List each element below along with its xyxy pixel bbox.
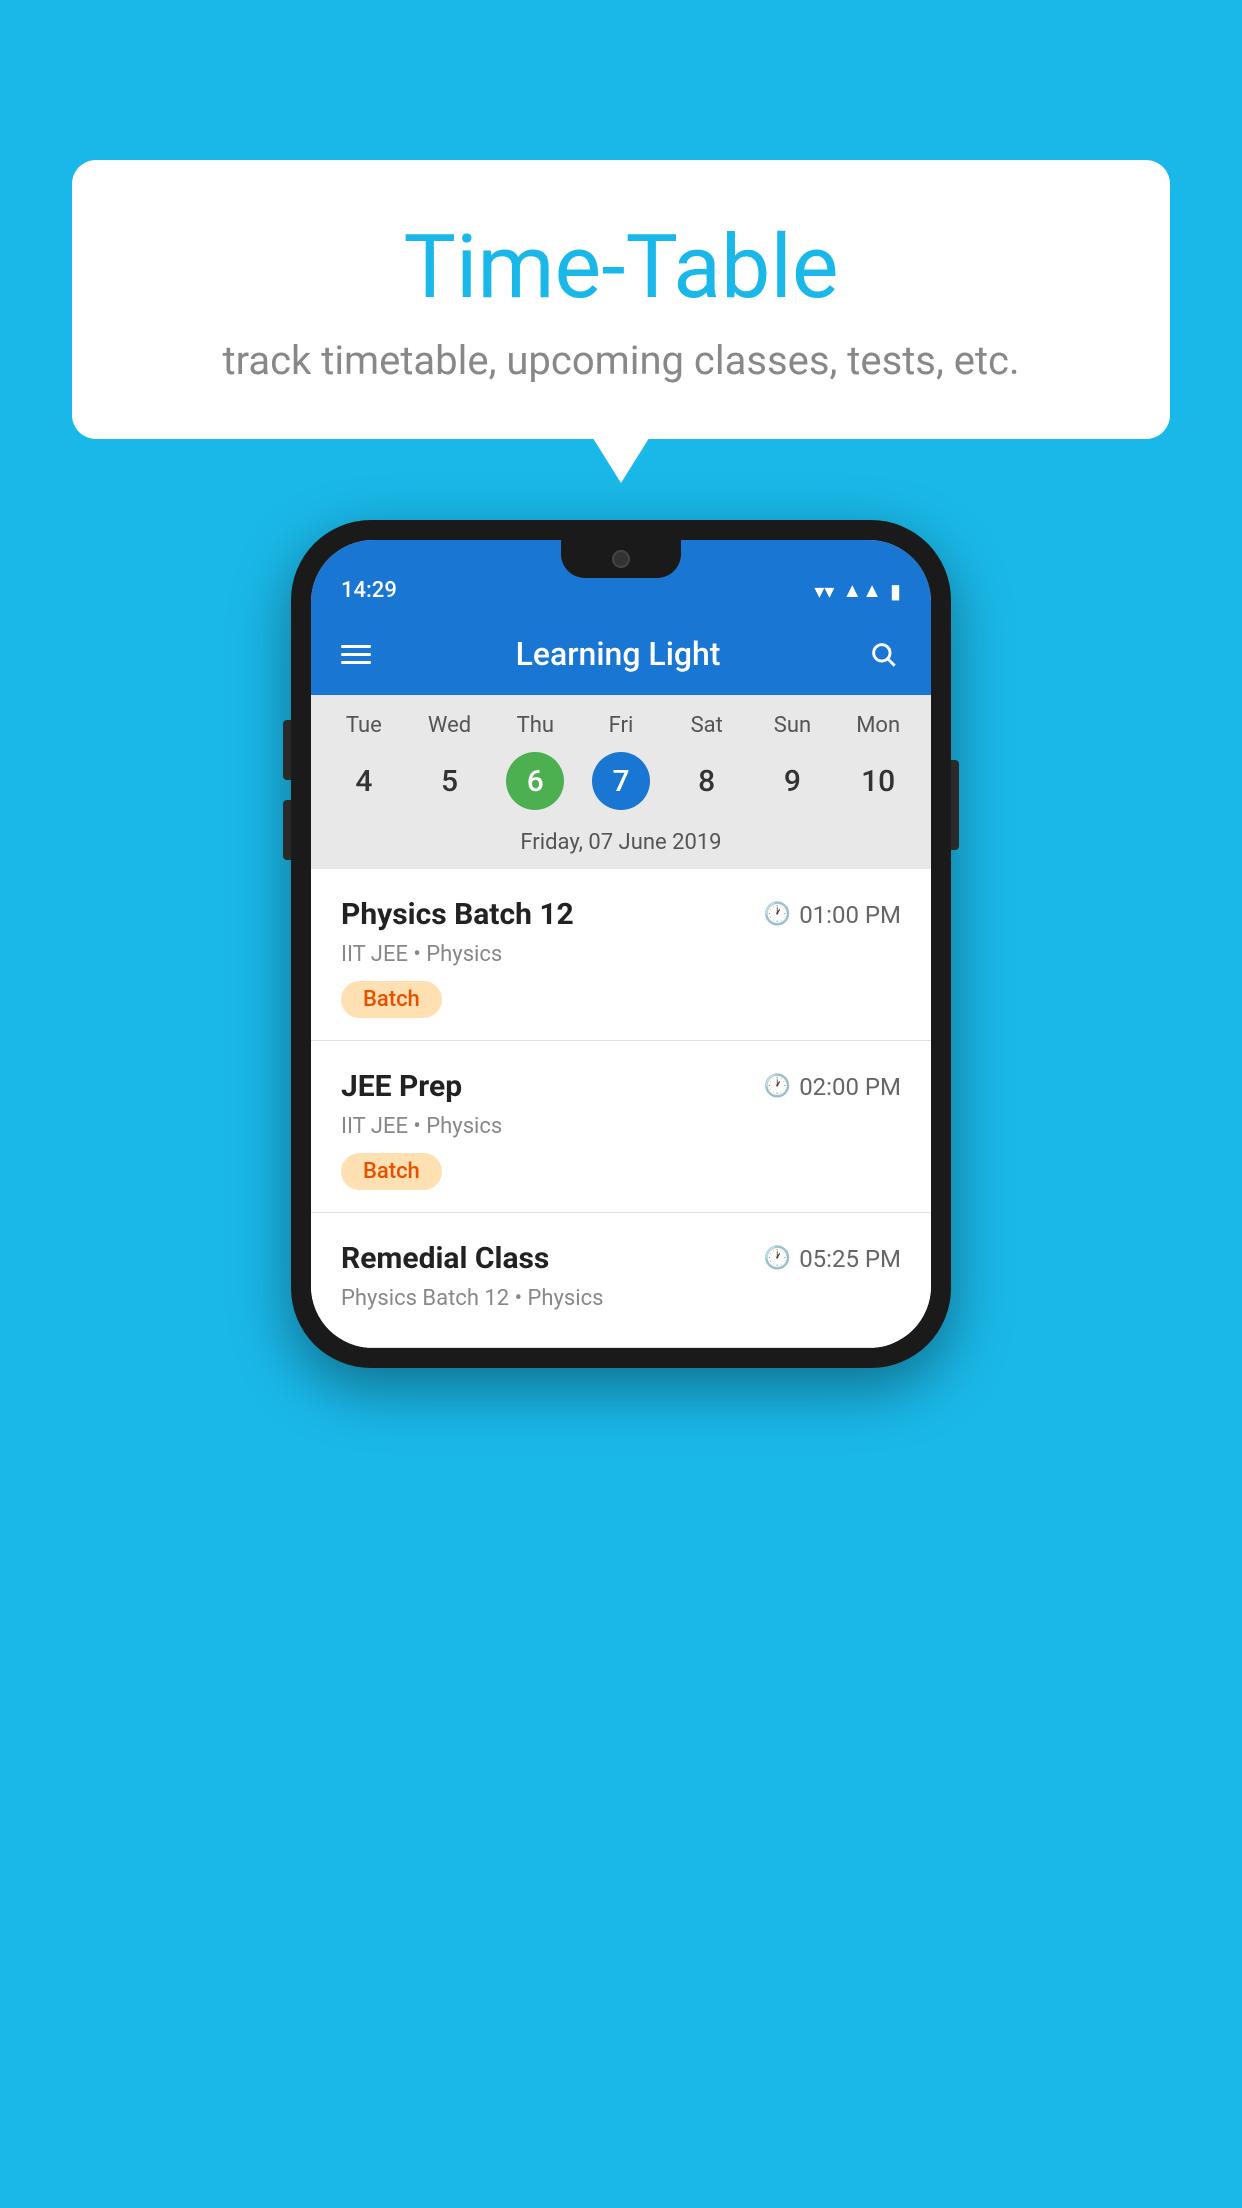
clock-icon: 🕐 — [764, 902, 791, 927]
day-number-4[interactable]: 4 — [335, 752, 393, 810]
day-number-10[interactable]: 10 — [849, 752, 907, 810]
search-button[interactable] — [865, 636, 901, 672]
power-button — [951, 760, 959, 850]
signal-icon: ▲▲ — [842, 578, 882, 603]
schedule-time-2: 🕐05:25 PM — [764, 1245, 901, 1273]
app-bar: Learning Light — [311, 613, 931, 695]
day-name-fri: Fri — [578, 713, 664, 746]
day-number-7[interactable]: 7 — [592, 752, 650, 810]
day-names-row: TueWedThuFriSatSunMon — [311, 713, 931, 746]
phone-frame: 14:29 ▾▾ ▲▲ ▮ Learning Light — [291, 520, 951, 1368]
schedule-meta-0: IIT JEE • Physics — [341, 942, 901, 967]
day-number-5[interactable]: 5 — [421, 752, 479, 810]
schedule-name-1: JEE Prep — [341, 1069, 462, 1104]
day-name-mon: Mon — [835, 713, 921, 746]
schedule-name-2: Remedial Class — [341, 1241, 549, 1276]
schedule-name-0: Physics Batch 12 — [341, 897, 574, 932]
phone-mockup: 14:29 ▾▾ ▲▲ ▮ Learning Light — [291, 520, 951, 1368]
day-name-sat: Sat — [664, 713, 750, 746]
day-name-wed: Wed — [407, 713, 493, 746]
phone-screen: 14:29 ▾▾ ▲▲ ▮ Learning Light — [311, 540, 931, 1348]
phone-camera — [612, 550, 630, 568]
app-title: Learning Light — [516, 635, 721, 673]
phone-notch — [561, 540, 681, 578]
schedule-meta-2: Physics Batch 12 • Physics — [341, 1286, 901, 1311]
status-time: 14:29 — [341, 578, 397, 603]
schedule-item-0[interactable]: Physics Batch 12 🕐01:00 PM IIT JEE • Physi… — [311, 869, 931, 1041]
day-number-6[interactable]: 6 — [506, 752, 564, 810]
batch-badge-1: Batch — [341, 1153, 442, 1190]
day-number-9[interactable]: 9 — [763, 752, 821, 810]
wifi-icon: ▾▾ — [814, 579, 834, 603]
speech-bubble-section: Time-Table track timetable, upcoming cla… — [72, 160, 1170, 439]
day-number-8[interactable]: 8 — [678, 752, 736, 810]
bubble-subtitle: track timetable, upcoming classes, tests… — [122, 337, 1120, 384]
calendar-strip: TueWedThuFriSatSunMon 456789 10 Friday, 0… — [311, 695, 931, 869]
volume-down-button — [283, 800, 291, 860]
day-numbers-row: 456789 10 — [311, 746, 931, 822]
hamburger-menu-icon[interactable] — [341, 645, 371, 664]
schedule-item-1[interactable]: JEE Prep 🕐02:00 PM IIT JEE • Physics Batch — [311, 1041, 931, 1213]
volume-up-button — [283, 720, 291, 780]
day-name-thu: Thu — [492, 713, 578, 746]
speech-bubble: Time-Table track timetable, upcoming cla… — [72, 160, 1170, 439]
schedule-time-1: 🕐02:00 PM — [764, 1073, 901, 1101]
batch-badge-0: Batch — [341, 981, 442, 1018]
day-name-sun: Sun — [750, 713, 836, 746]
schedule-meta-1: IIT JEE • Physics — [341, 1114, 901, 1139]
schedule-time-0: 🕐01:00 PM — [764, 901, 901, 929]
clock-icon: 🕐 — [764, 1074, 791, 1099]
schedule-item-2[interactable]: Remedial Class 🕐05:25 PM Physics Batch 12 … — [311, 1213, 931, 1348]
bubble-title: Time-Table — [122, 220, 1120, 317]
day-name-tue: Tue — [321, 713, 407, 746]
status-icons: ▾▾ ▲▲ ▮ — [814, 578, 901, 603]
selected-date-label: Friday, 07 June 2019 — [311, 822, 931, 869]
clock-icon: 🕐 — [764, 1246, 791, 1271]
schedule-list: Physics Batch 12 🕐01:00 PM IIT JEE • Physi… — [311, 869, 931, 1348]
battery-icon: ▮ — [890, 579, 901, 603]
